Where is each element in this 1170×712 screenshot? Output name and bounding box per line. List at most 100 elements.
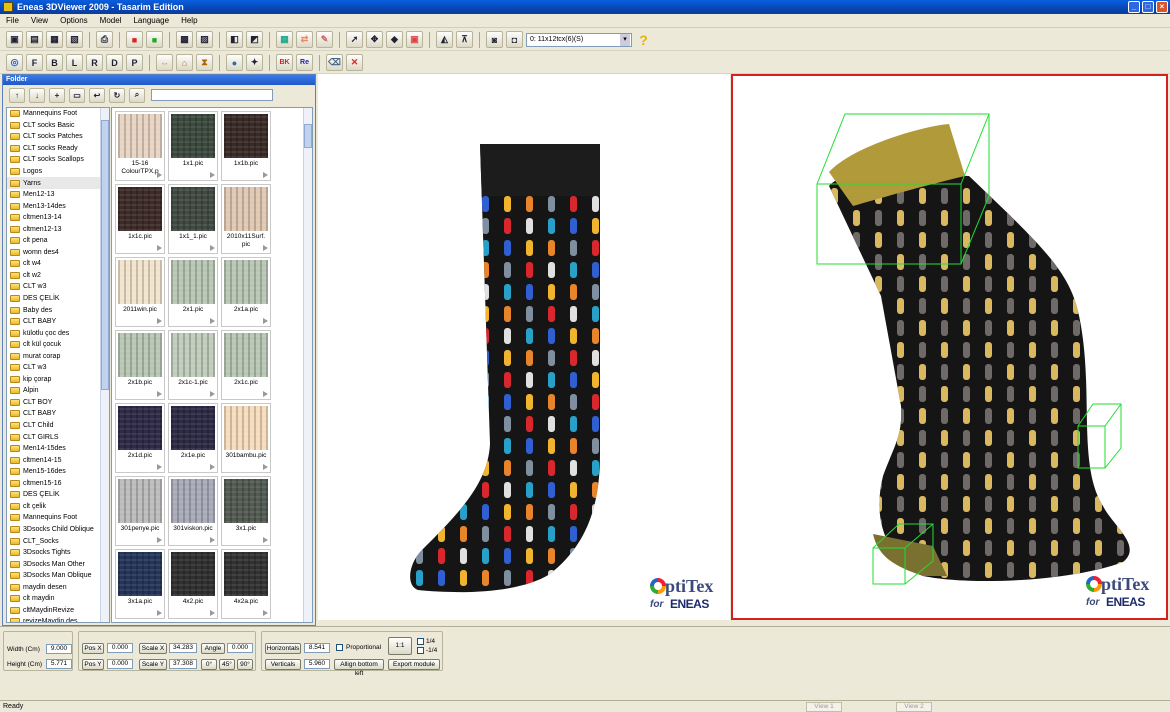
yarn-thumbnail[interactable]: 301viskon.pic: [168, 476, 218, 546]
yarn-thumbnail[interactable]: 2x1c-1.pic: [168, 330, 218, 400]
sock-side-model[interactable]: [733, 76, 1166, 618]
grid-icon[interactable]: ▦: [276, 31, 293, 48]
hourglass-icon[interactable]: ⧗: [196, 54, 213, 71]
tree-folder-item[interactable]: CLT Child: [7, 420, 109, 432]
tree-folder-item[interactable]: CLT socks Basic: [7, 120, 109, 132]
tree-folder-item[interactable]: CLT GIRLS: [7, 431, 109, 443]
yarn-thumbnail[interactable]: 4x2.pic: [168, 549, 218, 619]
camera-icon[interactable]: ◙: [486, 31, 503, 48]
scale-x-button[interactable]: Scale X: [139, 643, 167, 654]
tree-folder-item[interactable]: CLT w3: [7, 281, 109, 293]
yarn-thumbnail[interactable]: 1x1b.pic: [221, 111, 271, 181]
horizontals-button[interactable]: Horizontals: [265, 643, 301, 654]
refresh-icon[interactable]: ↻: [109, 87, 125, 103]
tree-folder-item[interactable]: clt maydin: [7, 593, 109, 605]
texture-icon[interactable]: ◧: [226, 31, 243, 48]
angle-45-button[interactable]: 45°: [219, 659, 235, 670]
tree-folder-item[interactable]: CLT socks Scallops: [7, 154, 109, 166]
view-fit-icon[interactable]: ◎: [6, 54, 23, 71]
tree-folder-item[interactable]: CLT socks Ready: [7, 143, 109, 155]
ratio-button[interactable]: 1:1: [388, 637, 412, 655]
yarn-thumbnail[interactable]: 2011win.pic: [115, 257, 165, 327]
folder-down-icon[interactable]: ↓: [29, 87, 45, 103]
yarn-thumbnail[interactable]: 301penye.pic: [115, 476, 165, 546]
move-icon[interactable]: ✥: [366, 31, 383, 48]
sock-front-model[interactable]: [318, 74, 730, 620]
globe-icon[interactable]: ●: [226, 54, 243, 71]
neg-quarter-checkbox[interactable]: [417, 647, 424, 654]
view-back-icon[interactable]: B: [46, 54, 63, 71]
select-icon[interactable]: ➚: [346, 31, 363, 48]
thumbnail-pane[interactable]: 15-16 ColourTPX.p 1x1.pic 1x1b.pic 1x1c.pic…: [111, 107, 313, 623]
yarn-thumbnail[interactable]: 3x1.pic: [221, 476, 271, 546]
tree-folder-item[interactable]: Yarns: [7, 177, 109, 189]
tree-scrollbar[interactable]: [100, 108, 109, 622]
tree-folder-item[interactable]: cltmen15-16: [7, 478, 109, 490]
close-icon[interactable]: ×: [1156, 1, 1168, 13]
tree-folder-item[interactable]: 3Dsocks Tights: [7, 547, 109, 559]
export-module-button[interactable]: Export module: [388, 659, 440, 670]
open-file-icon[interactable]: ▤: [26, 31, 43, 48]
tree-folder-item[interactable]: Mannequins Foot: [7, 512, 109, 524]
tree-folder-item[interactable]: maydin desen: [7, 581, 109, 593]
light-icon[interactable]: ✦: [246, 54, 263, 71]
yarn-thumbnail[interactable]: 3x1a.pic: [115, 549, 165, 619]
trash-icon[interactable]: ⌫: [326, 54, 343, 71]
arrows-icon[interactable]: ⇄: [296, 31, 313, 48]
yarn-thumbnail[interactable]: 1x1_1.pic: [168, 184, 218, 254]
pos-x-button[interactable]: Pos X: [82, 643, 104, 654]
menu-options[interactable]: Options: [60, 16, 88, 25]
yarn-thumbnail[interactable]: 2x1e.pic: [168, 403, 218, 473]
tree-folder-item[interactable]: cltmen12-13: [7, 223, 109, 235]
search-icon[interactable]: ⌕: [129, 87, 145, 103]
render-icon[interactable]: ◘: [506, 31, 523, 48]
save-as-icon[interactable]: ▧: [66, 31, 83, 48]
tree-folder-item[interactable]: Baby des: [7, 304, 109, 316]
pos-x-field[interactable]: 0.000: [107, 643, 133, 653]
tree-folder-item[interactable]: Men14-15des: [7, 443, 109, 455]
tree-folder-item[interactable]: Logos: [7, 166, 109, 178]
yarn-thumbnail[interactable]: 2x1b.pic: [115, 330, 165, 400]
folder-up-icon[interactable]: ↑: [9, 87, 25, 103]
scale-x-field[interactable]: 34.283: [169, 643, 197, 653]
verticals-field[interactable]: 5.960: [304, 659, 330, 669]
fill-icon[interactable]: ◆: [386, 31, 403, 48]
scale-y-field[interactable]: 37.308: [169, 659, 197, 669]
tree-folder-item[interactable]: CLT BABY: [7, 408, 109, 420]
background-icon[interactable]: BK: [276, 54, 293, 71]
home-icon[interactable]: ⌂: [176, 54, 193, 71]
tree-folder-item[interactable]: Alpin: [7, 385, 109, 397]
mirror-icon[interactable]: ◭: [436, 31, 453, 48]
yarn-thumbnail[interactable]: 2x1d.pic: [115, 403, 165, 473]
view-2-viewport[interactable]: ptiTex for ENEAS: [731, 74, 1168, 620]
yarn-thumbnail[interactable]: 301bambu.pic: [221, 403, 271, 473]
view-bottom-icon[interactable]: D: [106, 54, 123, 71]
tree-folder-item[interactable]: clt pena: [7, 235, 109, 247]
image-icon[interactable]: ◩: [246, 31, 263, 48]
view-left-icon[interactable]: L: [66, 54, 83, 71]
tree-folder-item[interactable]: DES ÇELİK: [7, 293, 109, 305]
tree-folder-item[interactable]: Men15-16des: [7, 466, 109, 478]
angle-90-button[interactable]: 90°: [237, 659, 253, 670]
verticals-button[interactable]: Verticals: [265, 659, 301, 670]
view-perspective-icon[interactable]: P: [126, 54, 143, 71]
tree-folder-item[interactable]: CLT_Socks: [7, 535, 109, 547]
menu-help[interactable]: Help: [181, 16, 197, 25]
sock-green-icon[interactable]: ■: [146, 31, 163, 48]
tree-folder-item[interactable]: cltmen14-15: [7, 454, 109, 466]
new-file-icon[interactable]: ▣: [6, 31, 23, 48]
measure-icon[interactable]: ⇔: [156, 54, 173, 71]
folder-tree[interactable]: Mannequins Foot CLT socks Basic CLT socks …: [6, 107, 110, 623]
menu-language[interactable]: Language: [133, 16, 169, 25]
tree-folder-item[interactable]: murat corap: [7, 350, 109, 362]
sock-red-icon[interactable]: ■: [126, 31, 143, 48]
yarn-thumbnail[interactable]: 2x1a.pic: [221, 257, 271, 327]
folder-new-icon[interactable]: +: [49, 87, 65, 103]
help-icon[interactable]: ?: [635, 31, 652, 48]
yarn-thumbnail[interactable]: 1x1c.pic: [115, 184, 165, 254]
tree-folder-item[interactable]: clt kül çocuk: [7, 339, 109, 351]
align-bottom-left-button[interactable]: Allign bottom left: [334, 659, 384, 677]
tab-view-2[interactable]: View 2: [896, 702, 932, 712]
folder-open-icon[interactable]: ▭: [69, 87, 85, 103]
scale-y-button[interactable]: Scale Y: [139, 659, 167, 670]
